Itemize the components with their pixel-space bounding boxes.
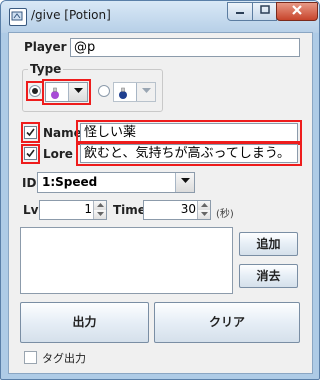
potion-blue-icon xyxy=(116,85,130,99)
id-label: ID xyxy=(22,176,37,190)
add-button[interactable]: 追加 xyxy=(239,232,298,256)
lore-list[interactable] xyxy=(20,227,233,294)
highlight-type-combo xyxy=(42,79,91,105)
type-group-title: Type xyxy=(28,62,64,76)
app-window: /give [Potion] Player @p Type Name 怪しい薬 … xyxy=(0,0,320,380)
close-button[interactable] xyxy=(276,2,318,21)
highlight-lore-checkbox xyxy=(21,144,40,164)
tag-output-label: タグ出力 xyxy=(42,352,86,365)
lv-spinner-arrows xyxy=(93,201,106,219)
time-value: 30 xyxy=(180,202,196,216)
lv-label: Lv xyxy=(23,203,39,217)
time-unit: (秒) xyxy=(216,209,234,220)
app-icon xyxy=(9,8,27,26)
id-select[interactable]: 1:Speed xyxy=(37,172,195,193)
tag-output-checkbox[interactable] xyxy=(24,351,37,364)
player-label: Player xyxy=(24,40,67,54)
delete-button[interactable]: 消去 xyxy=(239,264,298,288)
player-input[interactable]: @p xyxy=(70,38,300,57)
time-label: Time xyxy=(113,203,146,217)
type-radio-2[interactable] xyxy=(98,85,110,97)
chevron-down-icon xyxy=(175,173,194,192)
chevron-down-icon xyxy=(136,83,155,101)
dialog-body: Player @p Type Name 怪しい薬 Lore 飲むと、気持ちが高ぶ… xyxy=(8,32,313,374)
time-spinner[interactable]: 30 xyxy=(143,200,211,220)
lv-value: 1 xyxy=(84,202,92,216)
output-button[interactable]: 出力 xyxy=(20,302,149,343)
highlight-name-checkbox xyxy=(21,122,40,143)
clear-button[interactable]: クリア xyxy=(154,302,300,343)
id-select-value: 1:Speed xyxy=(42,175,98,189)
lv-spinner[interactable]: 1 xyxy=(39,200,107,220)
potion-combo-2[interactable] xyxy=(113,82,156,102)
maximize-button[interactable] xyxy=(252,2,277,21)
spinner-down-icon[interactable] xyxy=(198,210,210,219)
spinner-down-icon[interactable] xyxy=(94,210,106,219)
time-spinner-arrows xyxy=(197,201,210,219)
highlight-lore-input xyxy=(76,141,302,166)
window-title: /give [Potion] xyxy=(31,8,111,22)
title-bar[interactable]: /give [Potion] xyxy=(1,1,319,33)
minimize-button[interactable] xyxy=(227,2,253,21)
lore-label: Lore xyxy=(43,147,73,161)
